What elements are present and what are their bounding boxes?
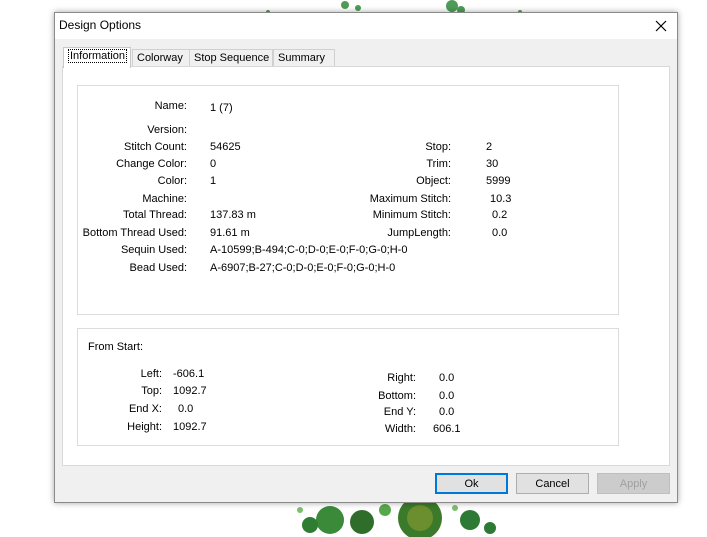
name-label: Name: bbox=[154, 100, 187, 112]
total-thread-label: Total Thread: bbox=[122, 209, 187, 221]
object-label: Object: bbox=[416, 175, 451, 187]
cancel-button[interactable]: Cancel bbox=[516, 473, 589, 494]
bead-used-value: A-6907;B-27;C-0;D-0;E-0;F-0;G-0;H-0 bbox=[210, 262, 396, 274]
stop-value: 2 bbox=[486, 141, 493, 153]
design-options-dialog: Design Options Information Colorway Stop… bbox=[54, 12, 678, 503]
machine-label: Machine: bbox=[142, 193, 187, 205]
version-label: Version: bbox=[147, 124, 187, 136]
right-label: Right: bbox=[387, 372, 416, 384]
stop-label: Stop: bbox=[425, 141, 451, 153]
jump-length-label: JumpLength: bbox=[387, 227, 451, 239]
end-y-value: 0.0 bbox=[439, 406, 455, 418]
ok-button[interactable]: Ok bbox=[435, 473, 508, 494]
bottom-label: Bottom: bbox=[378, 390, 416, 402]
end-x-label: End X: bbox=[128, 403, 162, 415]
color-value: 1 bbox=[210, 175, 217, 187]
stitch-count-label: Stitch Count: bbox=[124, 141, 187, 153]
bottom-value: 0.0 bbox=[439, 390, 455, 402]
information-panel: Name: 1 (7) Version: Stitch Count: 54625… bbox=[62, 66, 670, 466]
bottom-thread-label: Bottom Thread Used: bbox=[82, 227, 187, 239]
width-value: 606.1 bbox=[433, 423, 461, 435]
close-icon bbox=[655, 20, 667, 32]
top-value: 1092.7 bbox=[173, 385, 207, 397]
height-value: 1092.7 bbox=[173, 421, 207, 433]
from-start-group: From Start: Left: -606.1 Top: 1092.7 End… bbox=[77, 328, 619, 446]
stitch-count-value: 54625 bbox=[210, 141, 241, 153]
tab-stop-sequence[interactable]: Stop Sequence bbox=[189, 49, 273, 67]
title-bar: Design Options bbox=[55, 13, 677, 39]
bead-used-label: Bead Used: bbox=[129, 262, 187, 274]
name-value: 1 (7) bbox=[210, 102, 233, 114]
width-label: Width: bbox=[384, 423, 416, 435]
trim-value: 30 bbox=[486, 158, 499, 170]
object-value: 5999 bbox=[486, 175, 511, 187]
maximum-stitch-value: 10.3 bbox=[490, 193, 512, 205]
apply-button[interactable]: Apply bbox=[597, 473, 670, 494]
sequin-used-value: A-10599;B-494;C-0;D-0;E-0;F-0;G-0;H-0 bbox=[210, 244, 408, 256]
jump-length-value: 0.0 bbox=[492, 227, 508, 239]
color-label: Color: bbox=[157, 175, 187, 187]
height-label: Height: bbox=[127, 421, 162, 433]
right-value: 0.0 bbox=[439, 372, 455, 384]
top-label: Top: bbox=[141, 385, 162, 397]
left-value: -606.1 bbox=[173, 368, 205, 380]
bottom-thread-value: 91.61 m bbox=[210, 227, 250, 239]
tab-information[interactable]: Information bbox=[63, 47, 131, 68]
trim-label: Trim: bbox=[426, 158, 451, 170]
design-info-group: Name: 1 (7) Version: Stitch Count: 54625… bbox=[77, 85, 619, 315]
dialog-title: Design Options bbox=[59, 18, 142, 32]
from-start-heading: From Start: bbox=[88, 341, 144, 353]
change-color-value: 0 bbox=[210, 158, 217, 170]
minimum-stitch-label: Minimum Stitch: bbox=[372, 209, 451, 221]
tab-colorway[interactable]: Colorway bbox=[132, 49, 190, 67]
end-y-label: End Y: bbox=[383, 406, 416, 418]
end-x-value: 0.0 bbox=[178, 403, 194, 415]
maximum-stitch-label: Maximum Stitch: bbox=[369, 193, 451, 205]
total-thread-value: 137.83 m bbox=[210, 209, 256, 221]
change-color-label: Change Color: bbox=[116, 158, 187, 170]
close-button[interactable] bbox=[645, 13, 677, 39]
tab-summary[interactable]: Summary bbox=[273, 49, 335, 67]
minimum-stitch-value: 0.2 bbox=[492, 209, 508, 221]
left-label: Left: bbox=[140, 368, 162, 380]
sequin-used-label: Sequin Used: bbox=[120, 244, 187, 256]
